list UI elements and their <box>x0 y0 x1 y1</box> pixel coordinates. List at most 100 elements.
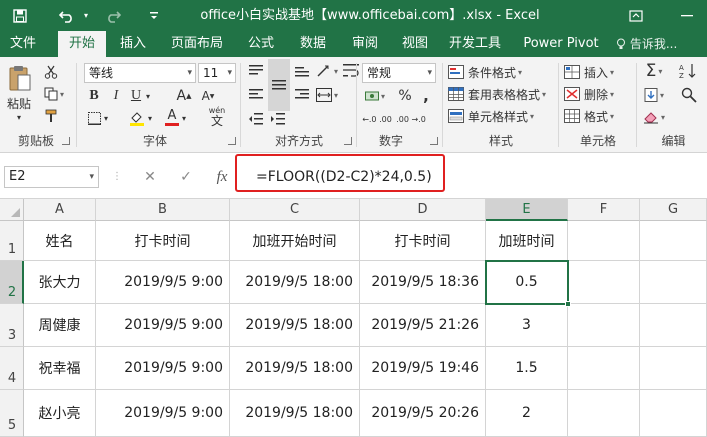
borders-dropdown-icon[interactable]: ▾ <box>102 109 110 127</box>
font-name-combo[interactable]: 等线 ▾ <box>84 63 196 83</box>
cell-d3[interactable]: 2019/9/5 21:26 <box>360 304 486 347</box>
tab-developer[interactable]: 开发工具 <box>446 31 504 57</box>
clipboard-launcher-icon[interactable] <box>62 137 70 145</box>
fill-handle[interactable] <box>565 301 571 307</box>
underline-button[interactable]: U <box>128 87 144 105</box>
cell-g5[interactable] <box>640 390 707 437</box>
tab-view[interactable]: 视图 <box>394 31 436 57</box>
clear-icon[interactable]: ▾ <box>642 107 666 127</box>
cell-f5[interactable] <box>568 390 640 437</box>
tab-review[interactable]: 审阅 <box>344 31 386 57</box>
row-header-2[interactable]: 2 <box>0 261 24 304</box>
row-header-5[interactable]: 5 <box>0 390 24 437</box>
font-size-combo[interactable]: 11 ▾ <box>198 63 236 83</box>
enter-icon[interactable]: ✓ <box>176 166 196 188</box>
tab-file[interactable]: 文件 <box>0 31 46 57</box>
merge-center-icon[interactable]: ▾ <box>316 85 338 105</box>
cell-b1[interactable]: 打卡时间 <box>96 221 230 261</box>
cancel-icon[interactable]: ✕ <box>140 166 160 188</box>
copy-icon[interactable]: ▾ <box>42 85 66 103</box>
paste-button[interactable]: 粘贴 <box>4 95 34 111</box>
italic-button[interactable]: I <box>108 87 124 105</box>
column-header-d[interactable]: D <box>360 199 486 221</box>
cell-a5[interactable]: 赵小亮 <box>24 390 96 437</box>
font-color-dropdown-icon[interactable]: ▾ <box>180 109 188 127</box>
cell-d2[interactable]: 2019/9/5 18:36 <box>360 261 486 304</box>
row-header-3[interactable]: 3 <box>0 304 24 347</box>
column-header-f[interactable]: F <box>568 199 640 221</box>
format-as-table-button[interactable]: 套用表格格式 ▾ <box>448 85 552 103</box>
find-select-icon[interactable] <box>676 85 702 105</box>
row-header-1[interactable]: 1 <box>0 221 24 261</box>
select-all-corner[interactable] <box>0 199 24 221</box>
increase-indent-icon[interactable] <box>268 109 288 129</box>
ribbon-display-icon[interactable] <box>616 0 656 31</box>
cell-e5[interactable]: 2 <box>486 390 568 437</box>
undo-dropdown-icon[interactable]: ▾ <box>80 0 92 31</box>
autosum-button[interactable]: Σ ▾ <box>642 61 666 81</box>
cell-f4[interactable] <box>568 347 640 390</box>
shrink-font-button[interactable]: A ▼ <box>200 87 216 105</box>
format-painter-icon[interactable] <box>42 107 60 125</box>
tab-power-pivot[interactable]: Power Pivot <box>520 31 602 57</box>
grow-font-button[interactable]: A ▲ <box>176 87 192 105</box>
column-header-a[interactable]: A <box>24 199 96 221</box>
delete-cells-button[interactable]: 删除 ▾ <box>564 85 630 103</box>
sort-filter-icon[interactable]: AZ <box>676 61 702 81</box>
bold-button[interactable]: B <box>86 87 102 105</box>
cell-e3[interactable]: 3 <box>486 304 568 347</box>
cell-c5[interactable]: 2019/9/5 18:00 <box>230 390 360 437</box>
more-options-icon[interactable]: ⋮ <box>110 166 124 188</box>
cell-e1[interactable]: 加班时间 <box>486 221 568 261</box>
cell-a1[interactable]: 姓名 <box>24 221 96 261</box>
fill-color-dropdown-icon[interactable]: ▾ <box>146 109 154 127</box>
minimize-icon[interactable] <box>667 0 707 31</box>
cell-a2[interactable]: 张大力 <box>24 261 96 304</box>
paste-dropdown-icon[interactable]: ▾ <box>14 111 24 123</box>
cell-b2[interactable]: 2019/9/5 9:00 <box>96 261 230 304</box>
cell-d1[interactable]: 打卡时间 <box>360 221 486 261</box>
row-header-4[interactable]: 4 <box>0 347 24 390</box>
cell-c1[interactable]: 加班开始时间 <box>230 221 360 261</box>
cell-g2[interactable] <box>640 261 707 304</box>
align-left-icon[interactable] <box>246 85 266 105</box>
name-box[interactable]: E2 ▾ <box>4 166 99 188</box>
redo-icon[interactable] <box>100 0 126 31</box>
cell-c4[interactable]: 2019/9/5 18:00 <box>230 347 360 390</box>
cell-e2[interactable]: 0.5 <box>486 261 568 304</box>
insert-function-icon[interactable]: fx <box>212 166 232 188</box>
alignment-launcher-icon[interactable] <box>344 137 352 145</box>
insert-cells-button[interactable]: 插入 ▾ <box>564 63 630 81</box>
paste-icon[interactable] <box>6 63 34 93</box>
format-cells-button[interactable]: 格式 ▾ <box>564 107 630 125</box>
cell-d5[interactable]: 2019/9/5 20:26 <box>360 390 486 437</box>
cell-styles-button[interactable]: 单元格样式 ▾ <box>448 107 552 125</box>
tab-formulas[interactable]: 公式 <box>240 31 282 57</box>
cell-a3[interactable]: 周健康 <box>24 304 96 347</box>
tab-home[interactable]: 开始 <box>58 31 106 57</box>
cell-e4[interactable]: 1.5 <box>486 347 568 390</box>
cell-b3[interactable]: 2019/9/5 9:00 <box>96 304 230 347</box>
percent-button[interactable]: % <box>396 87 414 105</box>
decrease-decimal-button[interactable]: .00 →.0 <box>396 109 426 129</box>
align-middle-icon[interactable] <box>268 59 290 111</box>
decrease-indent-icon[interactable] <box>246 109 266 129</box>
cell-a4[interactable]: 祝幸福 <box>24 347 96 390</box>
comma-button[interactable]: , <box>418 87 434 105</box>
cell-f3[interactable] <box>568 304 640 347</box>
align-right-icon[interactable] <box>292 85 312 105</box>
cell-b5[interactable]: 2019/9/5 9:00 <box>96 390 230 437</box>
font-launcher-icon[interactable] <box>228 137 236 145</box>
cut-icon[interactable] <box>42 63 60 81</box>
conditional-format-button[interactable]: 条件格式 ▾ <box>448 63 552 81</box>
font-color-button[interactable]: A <box>164 107 180 127</box>
undo-icon[interactable] <box>54 0 80 31</box>
save-icon[interactable] <box>6 0 34 31</box>
accounting-icon[interactable]: ▾ <box>362 87 388 105</box>
cell-g1[interactable] <box>640 221 707 261</box>
phonetic-button[interactable]: wén 文 <box>204 105 230 129</box>
wrap-text-icon[interactable] <box>340 61 362 81</box>
fill-down-icon[interactable]: ▾ <box>642 85 666 105</box>
number-format-combo[interactable]: 常规 ▾ <box>362 63 436 83</box>
cell-c3[interactable]: 2019/9/5 18:00 <box>230 304 360 347</box>
